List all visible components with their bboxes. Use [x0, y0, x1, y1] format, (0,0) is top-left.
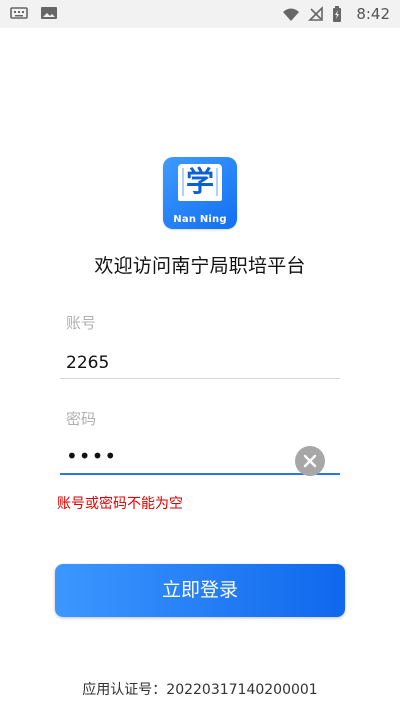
password-input[interactable]: •••• [66, 444, 117, 468]
account-underline [60, 378, 340, 379]
status-right: 8:42 [282, 5, 390, 23]
status-left [10, 6, 58, 20]
keyboard-icon [10, 6, 28, 20]
battery-icon [332, 5, 342, 23]
app-logo: 学 Nan Ning [163, 157, 237, 229]
logo-character: 学 [185, 165, 214, 198]
status-time: 8:42 [356, 5, 390, 23]
logo-text: Nan Ning [173, 214, 227, 225]
certification-number: 20220317140200001 [166, 682, 318, 698]
account-input[interactable]: 2265 [66, 353, 109, 373]
no-signal-icon [308, 6, 324, 22]
close-icon[interactable] [295, 446, 325, 476]
image-icon [40, 6, 58, 20]
page-title: 欢迎访问南宁局职培平台 [94, 255, 306, 277]
login-button[interactable]: 立即登录 [55, 564, 345, 617]
book-icon: 学 [178, 164, 222, 201]
error-message: 账号或密码不能为空 [57, 496, 183, 512]
password-label: 密码 [66, 410, 97, 428]
app-certification: 应用认证号：20220317140200001 [0, 679, 400, 699]
status-bar: 8:42 [0, 0, 400, 28]
password-underline [60, 473, 340, 475]
wifi-icon [282, 7, 300, 22]
account-label: 账号 [66, 314, 97, 332]
certification-label: 应用认证号： [82, 682, 167, 698]
login-screen: 8:42 学 Nan Ning 欢迎访问南宁局职培平台 账号 2265 密码 •… [0, 0, 400, 711]
